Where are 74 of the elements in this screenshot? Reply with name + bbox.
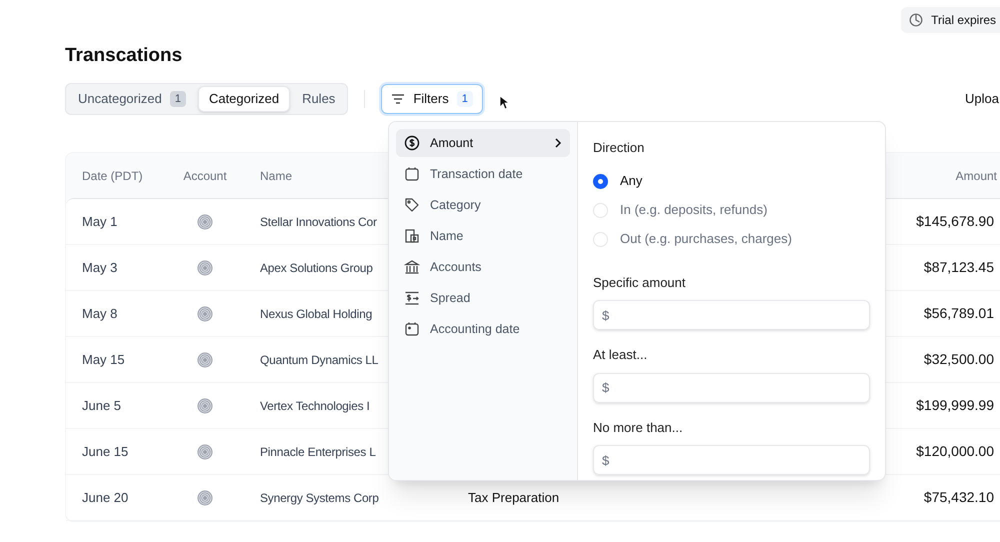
calendar-icon [404, 321, 420, 337]
amount-cell-text: $120,000.00 [916, 442, 995, 461]
chevron-right-icon [554, 138, 562, 148]
tab[interactable]: Uncategorized 1 [68, 86, 196, 112]
field-label: Specific amount [593, 274, 686, 292]
upload-button[interactable]: Uploa [965, 89, 1000, 109]
account-logo-icon [197, 444, 213, 460]
amount-cell-text: $87,123.45 [924, 258, 995, 277]
bank-icon [404, 259, 420, 275]
name-cell: Stellar Innovations Cor [260, 214, 377, 229]
account-logo-icon [197, 260, 213, 276]
account-logo-icon [197, 352, 213, 368]
filter-icon [391, 93, 406, 105]
dollar-icon [404, 135, 420, 151]
amount-cell-text: $75,432.10 [924, 488, 995, 507]
date-cell-text: May 15 [81, 350, 126, 369]
trial-badge[interactable]: Trial expires [901, 7, 1000, 33]
filter-menu-item[interactable]: Category [396, 191, 570, 219]
amount-cell-text: $145,678.90 [916, 212, 995, 231]
trial-text: Trial expires [931, 12, 996, 29]
count-badge: 1 [170, 90, 186, 108]
calendar-icon [404, 166, 420, 182]
radio-option[interactable]: In (e.g. deposits, refunds) [593, 200, 870, 220]
clock-icon [909, 13, 924, 27]
building-icon [404, 228, 420, 244]
radio-option[interactable]: Out (e.g. purchases, charges) [593, 230, 870, 248]
date-cell-text: June 15 [81, 442, 130, 461]
column-header: Name [260, 168, 292, 182]
section-title: Direction [593, 139, 646, 157]
spread-icon [404, 290, 420, 306]
amount-cell-text: $56,789.01 [924, 304, 995, 323]
date-cell-text: May 8 [81, 304, 118, 323]
filters-button[interactable]: Filters 1 [381, 84, 483, 114]
filter-menu-item[interactable]: Amount [396, 129, 570, 157]
tag-icon [404, 197, 420, 213]
amount-field[interactable]: $ [593, 372, 870, 402]
date-cell-text: May 3 [81, 258, 118, 277]
account-logo-icon [197, 490, 213, 506]
name-cell: Nexus Global Holding [260, 306, 372, 321]
count-badge: 1 [456, 90, 473, 108]
filter-menu-item[interactable]: Accounting date [396, 315, 570, 343]
name-cell: Synergy Systems Corp [260, 490, 379, 505]
column-header: Date (PDT) [81, 168, 144, 184]
amount-field[interactable]: $ [593, 300, 870, 330]
radio-button[interactable] [593, 202, 608, 218]
tab[interactable]: Categorized [198, 86, 290, 112]
radio-button[interactable] [593, 174, 608, 188]
filter-menu-item[interactable]: Name [396, 222, 570, 250]
column-header: Account [182, 168, 228, 184]
page-title: Transcations [65, 44, 184, 68]
date-cell-text: June 20 [81, 488, 130, 507]
tab[interactable]: Rules [292, 86, 346, 112]
account-logo-icon [197, 398, 213, 414]
field-label: No more than... [593, 418, 684, 436]
account-logo-icon [197, 306, 213, 322]
name-cell: Pinnacle Enterprises L [260, 444, 376, 459]
account-logo-icon [197, 214, 213, 230]
name-cell: Quantum Dynamics LL [260, 352, 378, 367]
radio-button[interactable] [593, 232, 608, 246]
filter-menu-item[interactable]: Transaction date [396, 160, 570, 188]
filter-menu-item[interactable]: Accounts [396, 253, 570, 281]
radio-option[interactable]: Any [593, 172, 870, 190]
category-cell: Tax Preparation [468, 490, 560, 505]
name-cell: Apex Solutions Group [260, 260, 373, 275]
amount-cell-text: $32,500.00 [924, 350, 995, 369]
date-cell-text: June 5 [81, 396, 122, 415]
name-cell: Vertex Technologies I [260, 398, 370, 413]
cursor-icon [498, 94, 509, 110]
date-cell-text: May 1 [81, 212, 118, 231]
column-header: Amount [956, 168, 998, 184]
filter-menu-item[interactable]: Spread [396, 284, 570, 312]
amount-cell-text: $199,999.99 [916, 396, 995, 415]
amount-field[interactable]: $ [593, 445, 870, 475]
field-label: At least... [593, 346, 648, 364]
